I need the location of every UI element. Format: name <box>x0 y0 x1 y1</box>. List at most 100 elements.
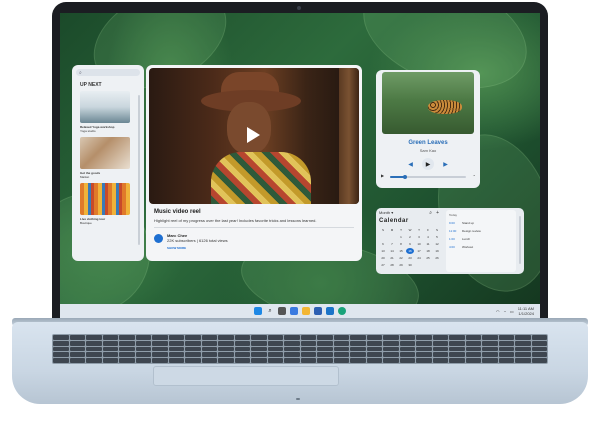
keyboard-key <box>152 335 168 340</box>
mail-icon[interactable] <box>326 307 334 315</box>
calendar-day[interactable]: 9 <box>406 241 414 247</box>
calendar-day[interactable]: 12 <box>433 241 441 247</box>
keyboard-key <box>102 340 118 346</box>
calendar-day[interactable]: 10 <box>415 241 423 247</box>
up-next-meta: Yoga studio <box>80 129 96 133</box>
play-icon <box>247 127 260 143</box>
event-item[interactable]: 4:00 Workout <box>449 245 513 249</box>
track-title: Green Leaves <box>408 140 448 146</box>
event-item[interactable]: 1:00 Lunch <box>449 237 513 241</box>
keyboard-key <box>531 346 547 352</box>
up-next-item[interactable]: Get the goods Market <box>80 137 130 179</box>
calendar-day[interactable]: 6 <box>379 241 387 247</box>
calendar-day[interactable]: 18 <box>424 248 432 254</box>
calendar-day[interactable]: 24 <box>415 255 423 261</box>
keyboard-key <box>432 340 448 346</box>
calendar-day[interactable]: 7 <box>388 241 396 247</box>
calendar-day[interactable]: 28 <box>388 262 396 268</box>
search-input[interactable]: ⌕ <box>76 69 140 76</box>
volume-icon[interactable]: ◔ <box>473 173 475 178</box>
calendar-day[interactable]: 16 <box>406 248 414 254</box>
keyboard-key <box>185 340 201 346</box>
calendar-day[interactable]: 11 <box>424 241 432 247</box>
previous-button[interactable]: ◀ <box>406 160 415 169</box>
calendar-day[interactable]: 29 <box>397 262 405 268</box>
play-button[interactable]: ▶ <box>422 158 434 170</box>
event-item[interactable]: 9:00 Stand up <box>449 221 513 225</box>
calendar-day[interactable]: 26 <box>433 255 441 261</box>
calendar-day[interactable]: 13 <box>379 248 387 254</box>
day-header: W <box>408 228 412 232</box>
taskbar: ⌕ ◠ ◔ ▭ 11:11 AM 1/1/2024 <box>60 304 540 318</box>
search-icon[interactable]: ⌕ <box>429 210 432 216</box>
calendar-day[interactable]: 25 <box>424 255 432 261</box>
keyboard-key <box>317 340 333 346</box>
calendar-panel: Month ▾ ⌕ + Calendar S M T W T F S 1 2 3 4 5 6 7 8 9 10 1… <box>376 208 524 274</box>
keyboard-key <box>515 346 531 352</box>
calendar-day <box>388 234 396 240</box>
up-next-scrollbar[interactable] <box>138 95 140 245</box>
keyboard-key <box>201 358 217 363</box>
keyboard-key <box>284 340 300 346</box>
up-next-item[interactable]: Live clothing tour Boutique <box>80 183 130 225</box>
volume-icon[interactable]: ◔ <box>503 309 505 314</box>
calendar-day[interactable]: 8 <box>397 241 405 247</box>
keyboard-key <box>251 358 267 363</box>
keyboard-key <box>465 335 481 340</box>
calendar-day[interactable]: 1 <box>397 234 405 240</box>
month-dropdown-label: Month <box>379 210 391 215</box>
mini-play-icon[interactable]: ▶ <box>381 173 384 178</box>
calendar-day[interactable]: 23 <box>406 255 414 261</box>
keyboard-key <box>234 340 250 346</box>
calendar-day[interactable]: 27 <box>379 262 387 268</box>
show-more-link[interactable]: SHOW MORE <box>167 246 354 250</box>
progress-knob[interactable] <box>403 175 408 179</box>
windows-icon[interactable] <box>254 307 262 315</box>
explorer-icon[interactable] <box>302 307 310 315</box>
calendar-day[interactable]: 14 <box>388 248 396 254</box>
wifi-icon[interactable]: ◠ <box>496 309 500 314</box>
calendar-day[interactable]: 4 <box>424 234 432 240</box>
keyboard-key <box>531 340 547 346</box>
video-player[interactable] <box>149 68 359 204</box>
avatar[interactable] <box>154 233 163 243</box>
keyboard-key <box>432 346 448 352</box>
add-icon[interactable]: + <box>436 210 439 216</box>
keyboard-key <box>399 346 415 352</box>
event-text: Stand up <box>462 221 475 225</box>
play-button[interactable] <box>241 124 263 146</box>
author-row: Marc Chee 22K subscribers | 6126 total v… <box>154 233 354 243</box>
play-icon: ▶ <box>425 161 431 168</box>
keyboard-key <box>399 358 415 363</box>
day-header: M <box>390 228 394 232</box>
up-next-item[interactable]: Relaxed Yoga workshop Yoga studio <box>80 91 130 133</box>
event-item[interactable]: 11:00 Design review <box>449 229 513 233</box>
calendar-day <box>424 262 432 268</box>
keyboard-key <box>366 340 382 346</box>
calendar-day[interactable]: 19 <box>433 248 441 254</box>
progress-bar[interactable] <box>390 175 466 179</box>
edge-icon[interactable] <box>338 307 346 315</box>
battery-icon[interactable]: ▭ <box>510 309 514 314</box>
calendar-day[interactable]: 17 <box>415 248 423 254</box>
keyboard-key <box>201 340 217 346</box>
widgets-icon[interactable] <box>290 307 298 315</box>
calendar-day[interactable]: 22 <box>397 255 405 261</box>
calendar-day[interactable]: 30 <box>406 262 414 268</box>
calendar-day[interactable]: 3 <box>415 234 423 240</box>
next-button[interactable]: ▶ <box>441 160 450 169</box>
calendar-day[interactable]: 2 <box>406 234 414 240</box>
author-stats: 22K subscribers | 6126 total views <box>167 238 228 243</box>
keyboard-key <box>350 352 366 358</box>
store-icon[interactable] <box>314 307 322 315</box>
search-icon[interactable]: ⌕ <box>266 307 274 315</box>
task-view-icon[interactable] <box>278 307 286 315</box>
calendar-day[interactable]: 21 <box>388 255 396 261</box>
calendar-day[interactable]: 20 <box>379 255 387 261</box>
calendar-scrollbar[interactable] <box>519 216 521 264</box>
calendar-day[interactable]: 15 <box>397 248 405 254</box>
keyboard-key <box>383 358 399 363</box>
clock[interactable]: 11:11 AM 1/1/2024 <box>518 306 534 316</box>
calendar-day[interactable]: 5 <box>433 234 441 240</box>
up-next-meta: Market <box>80 175 90 179</box>
